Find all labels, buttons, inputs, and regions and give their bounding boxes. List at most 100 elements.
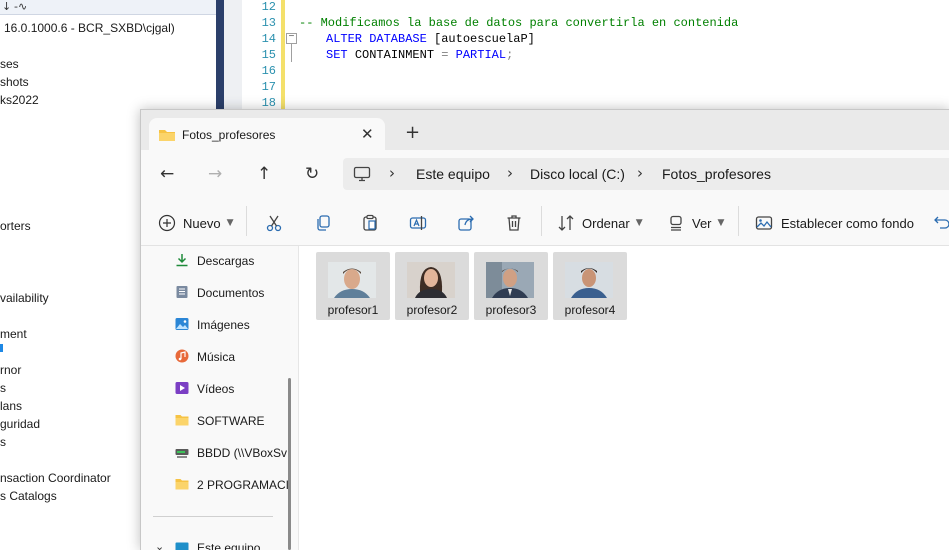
tree-node[interactable]: s [0,380,6,396]
cut-button[interactable] [265,212,283,234]
file-item-profesor4[interactable]: profesor4 [553,252,627,320]
file-name: profesor4 [553,303,627,317]
download-icon [175,253,189,267]
nav-item-videos[interactable]: Vídeos 📌 [175,378,317,400]
network-drive-icon [175,445,189,459]
nav-item-bbdd[interactable]: BBDD (\\VBoxSv [175,442,317,464]
forward-button[interactable]: → [208,164,222,184]
outline-line [291,44,292,62]
tree-node[interactable]: guridad [0,416,40,432]
refresh-button[interactable]: ↻ [305,164,319,184]
tree-node[interactable]: lans [0,398,22,414]
nav-item-software[interactable]: SOFTWARE 📌 [175,410,317,432]
share-button[interactable] [457,212,475,234]
set-as-background-button[interactable]: Establecer como fondo [755,212,914,234]
up-button[interactable]: ↑ [257,164,271,184]
paste-button[interactable] [361,212,379,234]
back-button[interactable]: ← [160,164,174,184]
nav-item-label: Música [197,350,235,364]
nav-pane-divider [153,516,273,517]
tree-node[interactable]: s [0,434,6,450]
nav-pane-scrollbar[interactable] [288,378,291,550]
photo-thumbnail [565,262,613,298]
copy-button[interactable] [314,212,332,234]
file-list-area[interactable]: profesor1 profesor2 profesor3 profesor4 [299,246,949,550]
folder-icon [158,128,176,145]
sort-label: Ordenar [582,216,630,231]
tree-node[interactable]: nsaction Coordinator [0,470,111,486]
new-tab-button[interactable]: + [405,124,420,142]
tree-node[interactable]: rnor [0,362,21,378]
close-tab-icon[interactable]: ✕ [361,125,374,143]
tree-node[interactable]: s Catalogs [0,488,57,504]
address-bar[interactable]: › Este equipo › Disco local (C:) › Fotos… [343,158,949,190]
activity-monitor-icon[interactable]: -∿ [14,0,27,13]
breadcrumb-separator[interactable]: › [637,164,643,182]
nav-item-descargas[interactable]: Descargas 📌 [175,250,317,272]
tree-node[interactable]: vailability [0,290,49,306]
tree-node[interactable]: ment [0,326,27,342]
breadcrumb-disco-local[interactable]: Disco local (C:) [530,166,625,182]
wallpaper-icon [755,214,773,232]
nav-item-label: Descargas [197,254,254,268]
nav-item-label: Documentos [197,286,264,300]
photo-thumbnail [328,262,376,298]
chevron-down-icon: ▼ [636,218,643,228]
music-icon [175,349,189,363]
object-explorer-toolbar: ↓ -∿ [0,0,216,15]
file-item-profesor1[interactable]: profesor1 [316,252,390,320]
delete-button[interactable] [505,212,523,234]
file-item-profesor3[interactable]: profesor3 [474,252,548,320]
file-name: profesor2 [395,303,469,317]
code-identifier: CONTAINMENT [355,48,434,62]
breadcrumb-separator[interactable]: › [389,164,395,182]
nav-item-2-programaci[interactable]: 2 PROGRAMACI [175,474,317,496]
filter-icon[interactable]: ↓ [2,0,11,13]
nav-item-musica[interactable]: Música 📌 [175,346,317,368]
photo-thumbnail [486,262,534,298]
rotate-icon [933,214,949,232]
server-node[interactable]: 16.0.1000.6 - BCR_SXBD\cjgal) [4,20,175,36]
breadcrumb-este-equipo[interactable]: Este equipo [416,166,490,182]
photo-thumbnail [407,262,455,298]
line-number: 15 [254,47,276,63]
rotate-button[interactable] [933,212,949,234]
nav-item-imagenes[interactable]: Imágenes 📌 [175,314,317,336]
tree-node[interactable]: orters [0,218,31,234]
nav-item-label: Imágenes [197,318,250,332]
sort-button[interactable]: Ordenar ▼ [557,212,643,234]
navigation-pane: Descargas 📌 Documentos 📌 Imágenes 📌 Músi… [141,246,298,550]
new-label: Nuevo [183,216,221,231]
line-number: 12 [254,0,276,15]
tree-node[interactable]: shots [0,74,29,90]
code-operator: = [441,48,448,62]
file-name: profesor3 [474,303,548,317]
navigation-bar: ← → ↑ ↻ › Este equipo › Disco local (C:)… [141,150,949,198]
nav-item-documentos[interactable]: Documentos 📌 [175,282,317,304]
line-number: 16 [254,63,276,79]
share-icon [457,214,475,232]
view-button[interactable]: Ver ▼ [667,212,724,234]
copy-icon [314,214,332,232]
collapse-icon[interactable]: − [286,33,297,44]
breadcrumb-fotos-profesores[interactable]: Fotos_profesores [662,166,771,182]
nav-item-este-equipo[interactable]: ⌄ Este equipo [155,538,305,550]
code-identifier: [autoescuelaP] [434,32,535,46]
code-keyword: ALTER DATABASE [326,32,427,46]
folder-icon [175,477,189,491]
breadcrumb-separator[interactable]: › [507,164,513,182]
tree-node[interactable]: ks2022 [0,92,39,108]
tab-strip: Fotos_profesores ✕ + [141,110,949,150]
line-number: 14 [254,31,276,47]
nav-item-label: SOFTWARE [197,414,265,428]
tab-title: Fotos_profesores [182,128,275,142]
view-icon [667,214,685,232]
line-number: 13 [254,15,276,31]
tab-fotos-profesores[interactable]: Fotos_profesores ✕ [149,118,385,151]
new-button[interactable]: Nuevo ▼ [158,212,234,234]
rename-button[interactable] [409,212,427,234]
tree-node[interactable]: ses [0,56,19,72]
file-item-profesor2[interactable]: profesor2 [395,252,469,320]
trash-icon [505,214,523,232]
code-line-alter: ALTER DATABASE [autoescuelaP] [326,31,535,47]
